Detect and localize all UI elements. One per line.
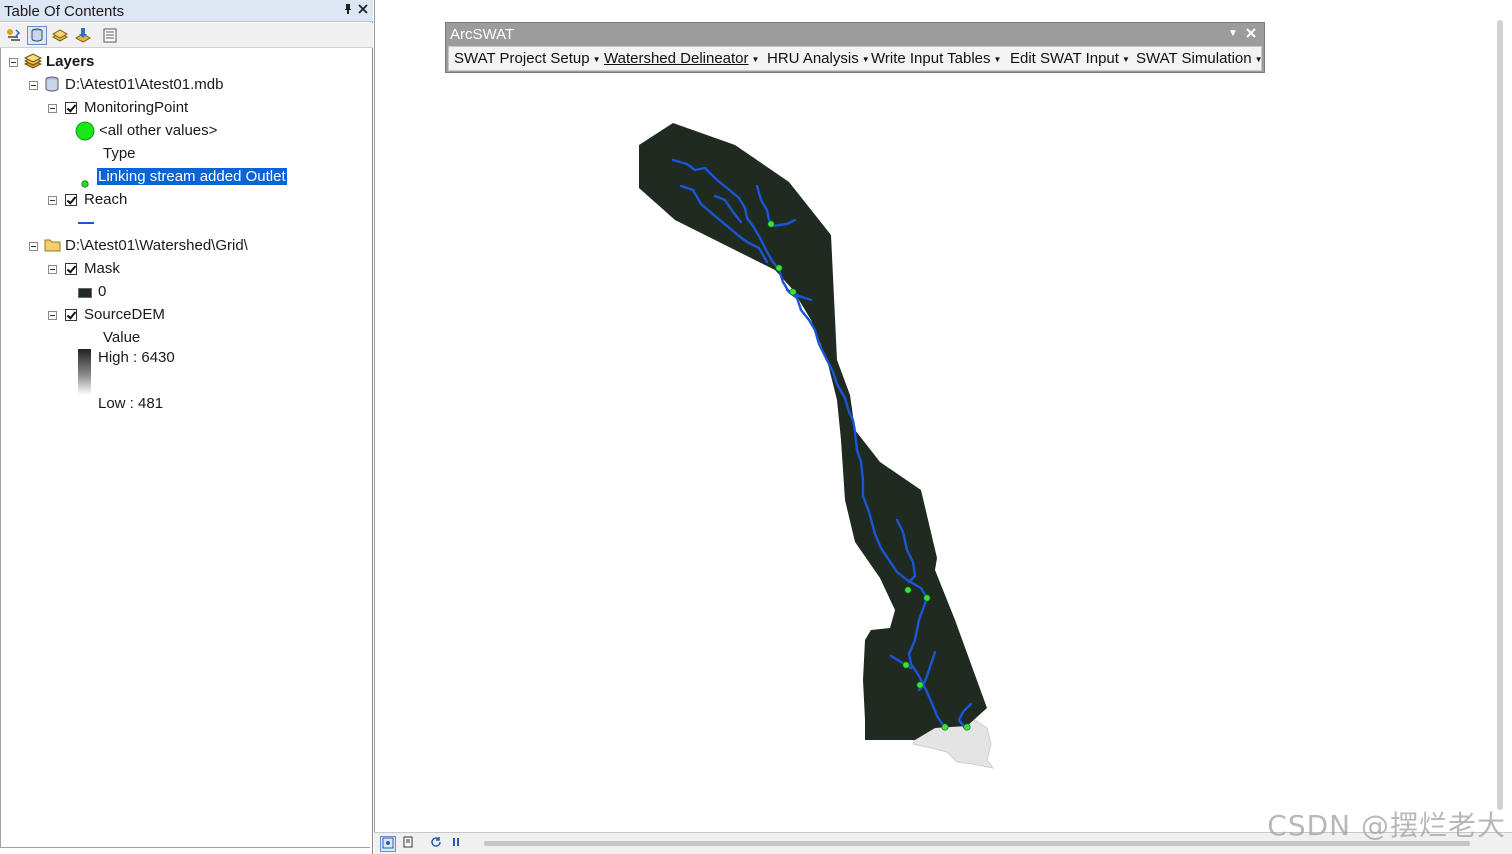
pin-icon[interactable] (341, 3, 355, 17)
expander-reach[interactable] (48, 196, 57, 205)
toc-title: Table Of Contents (4, 3, 125, 20)
type-heading: Type (103, 145, 136, 162)
toc-layer-tree: Layers D:\Atest01\Atest01.mdb Monitoring… (0, 48, 370, 848)
arcswat-menu-bar: SWAT Project Setup ▼ Watershed Delineator… (448, 46, 1263, 71)
toc-title-bar: Table Of Contents (0, 0, 373, 22)
toc-toolbar (0, 23, 373, 48)
monitoring-point[interactable] (767, 220, 775, 228)
monitoring-point[interactable] (916, 681, 924, 689)
list-by-visibility-icon[interactable] (50, 26, 70, 45)
expander-monitoringpoint[interactable] (48, 104, 57, 113)
refresh-icon[interactable] (428, 836, 444, 852)
monitoringpoint-layer-label[interactable]: MonitoringPoint (84, 97, 188, 119)
green-point-symbol-icon (75, 121, 95, 146)
menu-edit-swat-input[interactable]: Edit SWAT Input ▼ (1010, 50, 1130, 67)
monitoring-point[interactable] (902, 661, 910, 669)
db-source-label[interactable]: D:\Atest01\Atest01.mdb (65, 74, 223, 96)
monitoring-point[interactable] (789, 288, 797, 296)
monitoring-point[interactable] (923, 594, 931, 602)
list-by-selection-icon[interactable] (73, 26, 93, 45)
menu-label: Edit SWAT Input (1010, 50, 1119, 67)
mask-visibility-checkbox[interactable] (65, 263, 77, 275)
watershed-mask (639, 123, 987, 740)
expander-sourcedem[interactable] (48, 311, 57, 320)
dropdown-arrow-icon: ▼ (861, 54, 870, 64)
arcswat-toolbar[interactable]: ArcSWAT ▼ SWAT Project Setup ▼ Watershed … (445, 22, 1265, 73)
close-icon[interactable] (356, 3, 370, 17)
menu-label: Write Input Tables (871, 50, 991, 67)
expander-mask[interactable] (48, 265, 57, 274)
reach-line-symbol-icon (78, 222, 94, 224)
dropdown-arrow-icon: ▼ (1121, 54, 1130, 64)
menu-label: HRU Analysis (767, 50, 859, 67)
toolbar-options-chevron-icon[interactable]: ▼ (1228, 28, 1238, 39)
all-other-values-label: <all other values> (99, 122, 218, 139)
dropdown-arrow-icon: ▼ (751, 54, 760, 64)
menu-hru-analysis[interactable]: HRU Analysis ▼ (767, 50, 870, 67)
outlet-class-selected-text[interactable]: Linking stream added Outlet (97, 168, 287, 185)
menu-label: Watershed Delineator (604, 50, 749, 67)
monitoring-point[interactable] (941, 723, 949, 731)
layers-icon (23, 53, 43, 74)
map-canvas[interactable] (375, 0, 1512, 832)
options-icon[interactable] (100, 26, 120, 45)
menu-label: SWAT Simulation (1136, 50, 1252, 67)
list-by-source-icon[interactable] (27, 26, 47, 45)
reach-visibility-checkbox[interactable] (65, 194, 77, 206)
expander-db[interactable] (29, 81, 38, 90)
expander-layers[interactable] (9, 58, 18, 67)
arcswat-title: ArcSWAT (450, 26, 515, 43)
toolbar-close-icon[interactable] (1246, 25, 1256, 41)
monitoringpoint-visibility-checkbox[interactable] (65, 102, 77, 114)
pause-drawing-icon[interactable] (448, 836, 464, 852)
mask-color-swatch-icon (78, 288, 92, 298)
dem-gradient-ramp (78, 349, 91, 395)
outlet-class-label[interactable]: Linking stream added Outlet (97, 166, 287, 188)
dropdown-arrow-icon: ▼ (592, 54, 601, 64)
dem-high-label: High : 6430 (98, 349, 175, 366)
reach-layer-label[interactable]: Reach (84, 189, 127, 211)
list-by-drawing-order-icon[interactable] (4, 26, 24, 45)
map-display[interactable] (374, 0, 1512, 832)
dropdown-arrow-icon: ▼ (1254, 54, 1263, 64)
mask-value-label: 0 (98, 283, 107, 300)
watermark: CSDN @摆烂老大 (1267, 809, 1506, 842)
sourcedem-visibility-checkbox[interactable] (65, 309, 77, 321)
expander-grid[interactable] (29, 242, 38, 251)
dem-low-label: Low : 481 (98, 395, 164, 412)
table-of-contents-panel: Table Of Contents Layers D:\Atest01\Ates… (0, 0, 373, 854)
monitoring-point[interactable] (963, 723, 971, 731)
database-icon (44, 76, 60, 97)
layout-view-icon[interactable] (400, 836, 416, 852)
arcmap-window: Table Of Contents Layers D:\Atest01\Ates… (0, 0, 1512, 854)
layers-root-label[interactable]: Layers (46, 51, 94, 73)
data-view-icon[interactable] (380, 836, 396, 852)
map-vertical-scrollbar[interactable] (1497, 20, 1503, 810)
menu-watershed-delineator[interactable]: Watershed Delineator ▼ (604, 50, 759, 67)
grid-source-label[interactable]: D:\Atest01\Watershed\Grid\ (65, 235, 248, 257)
dropdown-arrow-icon: ▼ (993, 54, 1002, 64)
mask-layer-label[interactable]: Mask (84, 258, 120, 280)
folder-icon (44, 238, 61, 257)
menu-swat-project-setup[interactable]: SWAT Project Setup ▼ (454, 50, 601, 67)
monitoring-point[interactable] (775, 264, 783, 272)
monitoring-point[interactable] (904, 586, 912, 594)
menu-write-input-tables[interactable]: Write Input Tables ▼ (871, 50, 1001, 67)
menu-label: SWAT Project Setup (454, 50, 590, 67)
menu-swat-simulation[interactable]: SWAT Simulation ▼ (1136, 50, 1263, 67)
value-heading: Value (103, 329, 141, 346)
sourcedem-layer-label[interactable]: SourceDEM (84, 304, 165, 326)
